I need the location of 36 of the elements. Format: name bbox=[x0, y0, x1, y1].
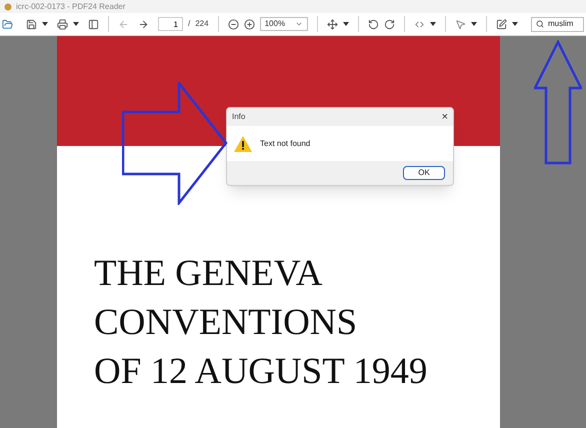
zoom-dropdown[interactable]: 100% bbox=[260, 17, 308, 31]
caret-icon[interactable] bbox=[430, 22, 436, 26]
pan-tool-icon[interactable] bbox=[326, 18, 338, 30]
zoom-out-icon[interactable] bbox=[228, 18, 239, 30]
zoom-in-icon[interactable] bbox=[244, 18, 255, 30]
open-folder-icon[interactable] bbox=[2, 18, 13, 30]
pointer-icon[interactable] bbox=[454, 18, 466, 30]
page-number-field[interactable]: 1 bbox=[158, 17, 183, 31]
next-page-icon[interactable] bbox=[138, 18, 149, 30]
search-field[interactable]: muslim bbox=[531, 16, 584, 32]
search-icon bbox=[536, 20, 544, 28]
edit-icon[interactable] bbox=[496, 18, 507, 30]
fit-width-icon[interactable] bbox=[414, 18, 425, 30]
app-logo-icon bbox=[4, 2, 12, 10]
caret-icon[interactable] bbox=[470, 22, 477, 26]
sidebar-toggle-icon[interactable] bbox=[88, 18, 99, 30]
close-button[interactable]: × bbox=[442, 112, 448, 122]
document-title-line: THE GENEVA bbox=[94, 252, 324, 296]
warning-icon bbox=[234, 136, 252, 152]
caret-icon[interactable] bbox=[73, 22, 79, 26]
save-icon[interactable] bbox=[26, 18, 37, 30]
window-title: icrc-002-0173 - PDF24 Reader bbox=[16, 2, 126, 10]
rotate-right-icon[interactable] bbox=[384, 18, 395, 30]
document-title-line: CONVENTIONS bbox=[94, 301, 358, 345]
dialog-title: Info bbox=[232, 111, 246, 123]
page-separator: / bbox=[188, 18, 190, 30]
ok-button[interactable]: OK bbox=[403, 166, 445, 180]
caret-icon[interactable] bbox=[342, 22, 349, 26]
caret-icon[interactable] bbox=[512, 22, 518, 26]
page-total: 224 bbox=[195, 18, 209, 30]
print-icon[interactable] bbox=[57, 18, 68, 30]
caret-icon[interactable] bbox=[42, 22, 48, 26]
dialog-message: Text not found bbox=[260, 138, 310, 150]
document-title-line: OF 12 AUGUST 1949 bbox=[94, 350, 428, 394]
chevron-down-icon[interactable] bbox=[294, 20, 303, 28]
rotate-left-icon[interactable] bbox=[368, 18, 379, 30]
